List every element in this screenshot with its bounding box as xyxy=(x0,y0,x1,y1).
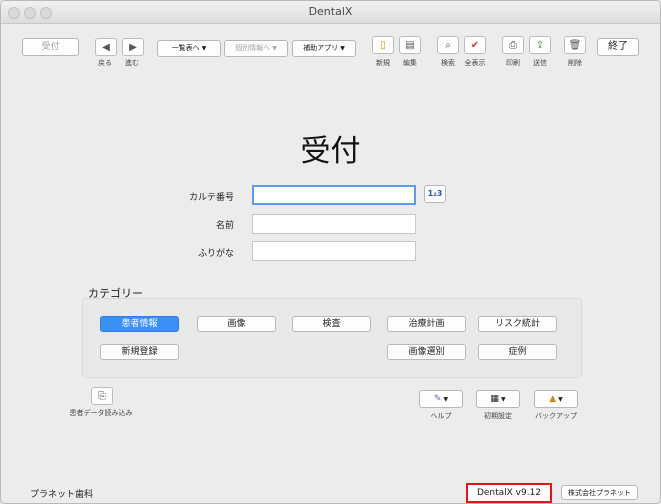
help-button[interactable]: ✎ ▼ xyxy=(419,390,463,408)
version-badge: DentalX v9.12 xyxy=(466,483,552,503)
import-label: 患者データ読み込み xyxy=(69,409,133,417)
category-image-button[interactable]: 画像 xyxy=(197,316,276,332)
backup-folder-icon: ▲ xyxy=(549,394,557,404)
category-treatment-plan-button[interactable]: 治療計画 xyxy=(387,316,466,332)
backup-button[interactable]: ▲ ▼ xyxy=(534,390,578,408)
kana-label: ふりがな xyxy=(197,249,234,259)
arrow-left-icon: ◀ xyxy=(102,41,110,53)
aux-app-button[interactable]: 補助アプリ ▼ xyxy=(292,40,356,57)
delete-button[interactable]: 🗑︎ xyxy=(564,36,586,54)
initial-settings-button[interactable]: ▦ ▼ xyxy=(476,390,520,408)
initial-settings-label: 初期設定 xyxy=(484,412,512,420)
kana-field[interactable] xyxy=(252,241,416,264)
category-risk-stats-button[interactable]: リスク統計 xyxy=(478,316,557,332)
show-all-label: 全表示 xyxy=(464,59,486,67)
category-patient-info-button[interactable]: 患者情報 xyxy=(100,316,179,332)
send-button[interactable]: ⇪ xyxy=(529,36,551,54)
company-button[interactable]: 株式会社プラネット xyxy=(561,485,638,500)
chart-no-field[interactable] xyxy=(252,185,416,208)
to-detail-label: 個別情報へ xyxy=(235,44,271,52)
name-label: 名前 xyxy=(215,221,234,231)
chart-no-label: カルテ番号 xyxy=(188,193,234,203)
category-new-registration-button[interactable]: 新規登録 xyxy=(100,344,179,360)
reception-button[interactable]: 受付 xyxy=(22,38,79,56)
kana-input[interactable] xyxy=(253,245,415,264)
forward-button[interactable]: ▶ xyxy=(122,38,144,56)
search-button[interactable]: ⌕ xyxy=(437,36,459,54)
quit-button[interactable]: 終了 xyxy=(597,38,639,56)
edit-icon: ▤ xyxy=(405,39,415,51)
printer-icon: ⎙ xyxy=(509,39,517,51)
print-button[interactable]: ⎙ xyxy=(502,36,524,54)
help-icon: ✎ xyxy=(433,394,442,404)
send-label: 送信 xyxy=(533,59,547,67)
chart-no-input[interactable] xyxy=(254,191,414,208)
back-label: 戻る xyxy=(98,59,112,67)
category-panel: 患者情報 画像 検査 治療計画 リスク統計 新規登録 画像選別 症例 xyxy=(82,298,582,378)
chevron-down-icon: ▼ xyxy=(443,396,449,403)
to-detail-button[interactable]: 個別情報へ ▼ xyxy=(224,40,288,57)
edit-label: 編集 xyxy=(403,59,417,67)
new-label: 新規 xyxy=(376,59,390,67)
category-cases-button[interactable]: 症例 xyxy=(478,344,557,360)
clinic-name: プラネット歯科 xyxy=(30,490,94,500)
chevron-down-icon: ▼ xyxy=(201,45,207,52)
toolbar: 受付 ◀ 戻る ▶ 進む 一覧表へ ▼ 個別情報へ ▼ 補助アプリ ▼ ▯ 新規 ▤ … xyxy=(1,24,660,76)
edit-button[interactable]: ▤ xyxy=(399,36,421,54)
aux-app-label: 補助アプリ xyxy=(303,44,339,52)
new-button[interactable]: ▯ xyxy=(372,36,394,54)
name-input[interactable] xyxy=(253,218,415,237)
title-bar: DentalX xyxy=(1,1,660,24)
main-content: 受付 カルテ番号 1₂3 名前 ふりがな カテゴリー 患者情報 画像 検査 治療… xyxy=(1,77,660,503)
import-document-icon: ⎘ xyxy=(98,390,106,402)
category-exam-button[interactable]: 検査 xyxy=(292,316,371,332)
window-title: DentalX xyxy=(308,5,353,18)
to-list-label: 一覧表へ xyxy=(171,44,200,52)
delete-label: 削除 xyxy=(568,59,582,67)
chevron-down-icon: ▼ xyxy=(340,45,345,52)
new-document-icon: ▯ xyxy=(380,39,386,51)
checkmark-icon: ✔ xyxy=(470,39,480,51)
app-window: DentalX 受付 ◀ 戻る ▶ 進む 一覧表へ ▼ 個別情報へ ▼ 補助アプリ ▼… xyxy=(0,0,661,504)
print-label: 印刷 xyxy=(506,59,520,67)
import-button[interactable]: ⎘ xyxy=(91,387,113,405)
send-icon: ⇪ xyxy=(535,39,545,51)
category-image-select-button[interactable]: 画像選別 xyxy=(387,344,466,360)
arrow-right-icon: ▶ xyxy=(129,41,137,53)
name-field[interactable] xyxy=(252,214,416,237)
search-label: 検索 xyxy=(441,59,455,67)
chevron-down-icon: ▼ xyxy=(558,396,563,403)
page-title: 受付 xyxy=(300,134,361,169)
chevron-down-icon: ▼ xyxy=(272,45,277,52)
settings-icon: ▦ xyxy=(490,394,499,404)
forward-label: 進む xyxy=(125,59,139,67)
numpad-button[interactable]: 1₂3 xyxy=(424,185,446,203)
search-icon: ⌕ xyxy=(445,39,451,51)
show-all-button[interactable]: ✔ xyxy=(464,36,486,54)
trash-icon: 🗑︎ xyxy=(568,39,582,51)
backup-label: バックアップ xyxy=(535,412,577,420)
chevron-down-icon: ▼ xyxy=(500,396,506,403)
back-button[interactable]: ◀ xyxy=(95,38,117,56)
to-list-button[interactable]: 一覧表へ ▼ xyxy=(157,40,221,57)
help-label: ヘルプ xyxy=(430,412,452,420)
